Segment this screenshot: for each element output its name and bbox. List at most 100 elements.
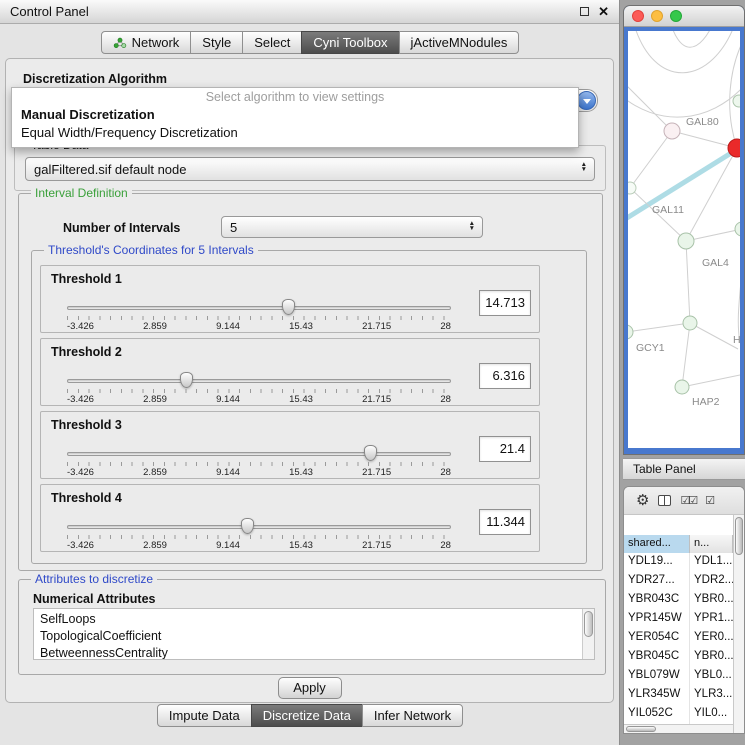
table-cell-shared-name[interactable]: YLR345W xyxy=(624,686,690,705)
table-cell-name[interactable]: YIL0... xyxy=(690,705,733,724)
traffic-minimize-icon[interactable] xyxy=(651,10,663,22)
slider-track[interactable] xyxy=(67,306,451,310)
table-cell-shared-name[interactable]: YDL19... xyxy=(624,553,690,572)
traffic-close-icon[interactable] xyxy=(632,10,644,22)
dropdown-option-manual-discretization[interactable]: Manual Discretization xyxy=(12,106,578,124)
table-cell-name[interactable]: YER0... xyxy=(690,629,733,648)
dropdown-option-equal-width-frequency[interactable]: Equal Width/Frequency Discretization xyxy=(12,124,578,142)
tab-network[interactable]: Network xyxy=(101,31,192,54)
network-edge[interactable] xyxy=(690,323,738,349)
float-window-icon[interactable] xyxy=(580,7,589,16)
table-horizontal-scrollbar[interactable] xyxy=(624,724,733,733)
table-data-combobox[interactable]: galFiltered.sif default node ▲▼ xyxy=(25,157,595,181)
network-node[interactable] xyxy=(735,222,740,236)
table-row[interactable]: YDR27... YDR2... xyxy=(624,572,733,591)
table-cell-name[interactable]: YLR3... xyxy=(690,686,733,705)
scrollbar-thumb[interactable] xyxy=(584,611,593,637)
table-cell-name[interactable]: YPR1... xyxy=(690,610,733,629)
network-node[interactable] xyxy=(628,182,636,194)
threshold-slider[interactable]: -3.4262.8599.14415.4321.71528 xyxy=(67,375,451,405)
slider-thumb[interactable] xyxy=(364,445,377,461)
table-row[interactable]: YPR145W YPR1... xyxy=(624,610,733,629)
apply-button[interactable]: Apply xyxy=(278,677,342,699)
network-node[interactable] xyxy=(675,380,689,394)
tab-impute-data[interactable]: Impute Data xyxy=(157,704,252,727)
network-edge[interactable] xyxy=(668,31,716,47)
slider-thumb[interactable] xyxy=(180,372,193,388)
table-row[interactable]: YBR045C YBR0... xyxy=(624,648,733,667)
network-edge[interactable] xyxy=(682,375,740,387)
threshold-slider[interactable]: -3.4262.8599.14415.4321.71528 xyxy=(67,521,451,551)
column-header-shared-name[interactable]: shared... xyxy=(624,535,690,553)
table-cell-shared-name[interactable]: YPR145W xyxy=(624,610,690,629)
network-edge[interactable] xyxy=(628,323,690,332)
column-header-name[interactable]: n... xyxy=(690,535,733,553)
table-cell-name[interactable]: YBR0... xyxy=(690,648,733,667)
tab-style[interactable]: Style xyxy=(190,31,243,54)
attributes-scrollbar[interactable] xyxy=(582,609,594,659)
tab-select[interactable]: Select xyxy=(242,31,302,54)
table-cell-name[interactable]: YBR0... xyxy=(690,591,733,610)
gear-icon[interactable]: ⚙ xyxy=(636,493,649,508)
columns-icon[interactable] xyxy=(658,495,671,506)
slider-thumb[interactable] xyxy=(241,518,254,534)
tab-infer-network[interactable]: Infer Network xyxy=(362,704,463,727)
table-row[interactable]: YIL052C YIL0... xyxy=(624,705,733,724)
table-cell-shared-name[interactable]: YER054C xyxy=(624,629,690,648)
attribute-list-item[interactable]: SelfLoops xyxy=(34,611,594,628)
table-cell-shared-name[interactable]: YDR27... xyxy=(624,572,690,591)
network-node[interactable] xyxy=(628,325,633,339)
table-row[interactable]: YBL079W YBL0... xyxy=(624,667,733,686)
attribute-list-item[interactable]: TopologicalCoefficient xyxy=(34,628,594,645)
scrollbar-thumb[interactable] xyxy=(626,726,656,732)
number-of-intervals-combobox[interactable]: 5 ▲▼ xyxy=(221,216,483,238)
network-edge[interactable] xyxy=(630,131,672,188)
table-row[interactable]: YDL19... YDL1... xyxy=(624,553,733,572)
slider-track[interactable] xyxy=(67,525,451,529)
table-row[interactable]: YLR345W YLR3... xyxy=(624,686,733,705)
scrollbar-thumb[interactable] xyxy=(735,517,743,555)
table-cell-shared-name[interactable]: YBR045C xyxy=(624,648,690,667)
slider-track[interactable] xyxy=(67,452,451,456)
slider-thumb[interactable] xyxy=(282,299,295,315)
table-cell-shared-name[interactable]: YBL079W xyxy=(624,667,690,686)
table-cell-name[interactable]: YDR2... xyxy=(690,572,733,591)
tab-jactivemnodules[interactable]: jActiveMNodules xyxy=(399,31,520,54)
slider-track[interactable] xyxy=(67,379,451,383)
attribute-list-item[interactable]: BetweennessCentrality xyxy=(34,645,594,660)
table-row[interactable]: YER054C YER0... xyxy=(624,629,733,648)
tab-cyni-toolbox[interactable]: Cyni Toolbox xyxy=(301,31,399,54)
table-cell-shared-name[interactable]: YIL052C xyxy=(624,705,690,724)
threshold-value-field[interactable]: 21.4 xyxy=(479,436,531,462)
edit-check-icon[interactable]: ☑ xyxy=(705,494,715,507)
table-cell-name[interactable]: YDL1... xyxy=(690,553,733,572)
table-vertical-scrollbar[interactable] xyxy=(733,515,744,733)
table-row[interactable]: YBR043C YBR0... xyxy=(624,591,733,610)
network-node[interactable] xyxy=(733,95,740,107)
network-node[interactable] xyxy=(678,233,694,249)
network-canvas[interactable]: GAL80GAL11GAL4GCY1HAP2H xyxy=(628,31,740,448)
threshold-slider[interactable]: -3.4262.8599.14415.4321.71528 xyxy=(67,448,451,478)
close-icon[interactable]: ✕ xyxy=(598,5,609,18)
network-edge[interactable] xyxy=(738,229,740,343)
table-cell-name[interactable]: YBL0... xyxy=(690,667,733,686)
network-edge[interactable] xyxy=(682,323,690,387)
network-edge[interactable] xyxy=(628,86,740,117)
threshold-value-field[interactable]: 14.713 xyxy=(479,290,531,316)
combobox-arrow-icon[interactable] xyxy=(577,91,596,110)
network-node[interactable] xyxy=(683,316,697,330)
network-edge[interactable] xyxy=(672,131,737,148)
network-edge[interactable] xyxy=(633,31,736,73)
numerical-attributes-list[interactable]: SelfLoopsTopologicalCoefficientBetweenne… xyxy=(33,608,595,660)
tab-discretize-data[interactable]: Discretize Data xyxy=(251,704,363,727)
network-edge[interactable] xyxy=(686,148,737,241)
threshold-value-field[interactable]: 6.316 xyxy=(479,363,531,389)
network-edge[interactable] xyxy=(686,241,690,323)
select-all-checks-icon[interactable]: ☑☑ xyxy=(680,494,696,507)
network-node[interactable] xyxy=(664,123,680,139)
thresholds-group-title: Threshold's Coordinates for 5 Intervals xyxy=(44,243,258,257)
threshold-slider[interactable]: -3.4262.8599.14415.4321.71528 xyxy=(67,302,451,332)
table-cell-shared-name[interactable]: YBR043C xyxy=(624,591,690,610)
threshold-value-field[interactable]: 11.344 xyxy=(479,509,531,535)
traffic-zoom-icon[interactable] xyxy=(670,10,682,22)
